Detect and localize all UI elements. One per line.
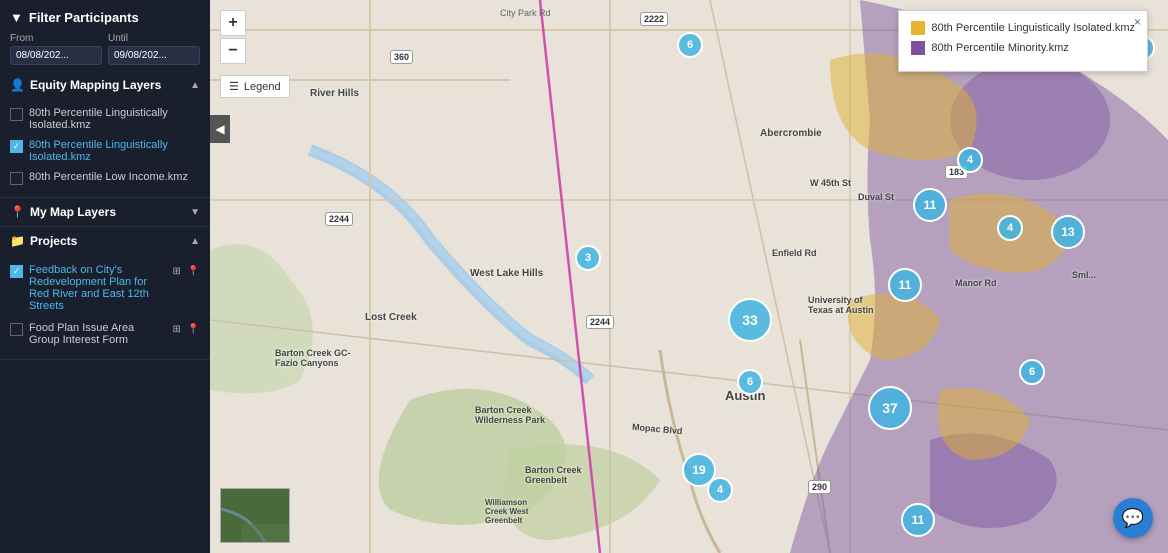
- filter-title: ▼ Filter Participants: [10, 10, 200, 25]
- layer-checkbox-2[interactable]: ✓: [10, 140, 23, 153]
- projects-header-left: 📁 Projects: [10, 234, 77, 248]
- cluster-11c[interactable]: 11: [901, 503, 935, 537]
- mini-map-thumbnail[interactable]: [220, 488, 290, 543]
- projects-section: 📁 Projects ▲ ✓ Feedback on City's Redeve…: [0, 227, 210, 360]
- mini-map-svg: [221, 489, 290, 543]
- project-item-2: Food Plan Issue Area Group Interest Form…: [10, 317, 200, 351]
- equity-mapping-header[interactable]: 👤 Equity Mapping Layers ▲: [0, 71, 210, 99]
- project-item-1: ✓ Feedback on City's Redevelopment Plan …: [10, 259, 200, 317]
- projects-chevron-up: ▲: [190, 236, 200, 247]
- layer-item-2: ✓ 80th Percentile Linguistically Isolate…: [10, 135, 200, 167]
- funnel-icon: ▼: [10, 10, 23, 25]
- layer-checkbox-1[interactable]: [10, 108, 23, 121]
- legend-swatch-1: [911, 21, 925, 35]
- layer-item-1: 80th Percentile Linguistically Isolated.…: [10, 103, 200, 135]
- zoom-out-button[interactable]: −: [220, 38, 246, 64]
- filter-header: ▼ Filter Participants From Until: [0, 0, 210, 71]
- folder-icon: 📁: [10, 234, 25, 248]
- cluster-6b[interactable]: 6: [737, 369, 763, 395]
- highway-2244b: 2244: [586, 315, 614, 329]
- grid-icon-1[interactable]: ⊞: [170, 264, 184, 278]
- date-from-input[interactable]: [10, 46, 102, 65]
- cluster-4c[interactable]: 4: [707, 477, 733, 503]
- layer-label-1: 80th Percentile Linguistically Isolated.…: [29, 107, 200, 131]
- hamburger-icon: ☰: [229, 80, 239, 93]
- cluster-3[interactable]: 3: [575, 245, 601, 271]
- highway-2244a: 2244: [325, 212, 353, 226]
- date-until-group: Until: [108, 33, 200, 65]
- sidebar: ▼ Filter Participants From Until 👤 Equit…: [0, 0, 210, 553]
- legend-close-button[interactable]: ×: [1134, 15, 1141, 29]
- equity-chevron-up: ▲: [190, 80, 200, 91]
- chat-button[interactable]: 💬: [1113, 498, 1153, 538]
- cluster-37[interactable]: 37: [868, 386, 912, 430]
- layer-label-3: 80th Percentile Low Income.kmz: [29, 171, 188, 183]
- mymap-header-left: 📍 My Map Layers: [10, 205, 116, 219]
- cluster-13[interactable]: 13: [1051, 215, 1085, 249]
- location-icon-1[interactable]: 📍: [187, 264, 201, 278]
- cluster-6c[interactable]: 6: [1019, 359, 1045, 385]
- project-label-1: Feedback on City's Redevelopment Plan fo…: [29, 264, 164, 312]
- cluster-33[interactable]: 33: [728, 298, 772, 342]
- legend-popup: × 80th Percentile Linguistically Isolate…: [898, 10, 1148, 72]
- grid-icon-2[interactable]: ⊞: [170, 322, 184, 336]
- legend-item-2: 80th Percentile Minority.kmz: [911, 41, 1135, 55]
- equity-mapping-header-left: 👤 Equity Mapping Layers: [10, 78, 161, 92]
- cluster-11b[interactable]: 11: [888, 268, 922, 302]
- person-icon: 👤: [10, 78, 25, 92]
- chat-icon: 💬: [1122, 508, 1144, 529]
- map-area[interactable]: City Park Rd Abercrombie River Hills Wes…: [210, 0, 1168, 553]
- cluster-4b[interactable]: 4: [997, 215, 1023, 241]
- project-checkbox-1[interactable]: ✓: [10, 265, 23, 278]
- project-icons-1: ⊞ 📍: [170, 264, 200, 278]
- projects-title: Projects: [30, 234, 77, 248]
- project-label-2: Food Plan Issue Area Group Interest Form: [29, 322, 164, 346]
- projects-content: ✓ Feedback on City's Redevelopment Plan …: [0, 255, 210, 359]
- pin-icon: 📍: [10, 205, 25, 219]
- legend-item-1: 80th Percentile Linguistically Isolated.…: [911, 21, 1135, 35]
- layer-item-3: 80th Percentile Low Income.kmz: [10, 167, 200, 189]
- date-from-label: From: [10, 33, 102, 44]
- equity-mapping-content: 80th Percentile Linguistically Isolated.…: [0, 99, 210, 197]
- layer-label-2: 80th Percentile Linguistically Isolated.…: [29, 139, 200, 163]
- location-icon-2[interactable]: 📍: [187, 322, 201, 336]
- date-until-input[interactable]: [108, 46, 200, 65]
- project-checkbox-2[interactable]: [10, 323, 23, 336]
- date-from-group: From: [10, 33, 102, 65]
- layer-checkbox-3[interactable]: [10, 172, 23, 185]
- mymap-section: 📍 My Map Layers ▼: [0, 198, 210, 227]
- cluster-11a[interactable]: 11: [913, 188, 947, 222]
- legend-label-2: 80th Percentile Minority.kmz: [931, 42, 1068, 54]
- zoom-in-button[interactable]: +: [220, 10, 246, 36]
- collapse-sidebar-button[interactable]: ◀: [210, 115, 230, 143]
- filter-title-text: Filter Participants: [29, 10, 139, 25]
- projects-header[interactable]: 📁 Projects ▲: [0, 227, 210, 255]
- highway-2222: 2222: [640, 12, 668, 26]
- legend-label: Legend: [244, 81, 281, 93]
- date-until-label: Until: [108, 33, 200, 44]
- equity-mapping-section: 👤 Equity Mapping Layers ▲ 80th Percentil…: [0, 71, 210, 198]
- map-controls: + −: [220, 10, 246, 64]
- mymap-title: My Map Layers: [30, 205, 116, 219]
- equity-mapping-title: Equity Mapping Layers: [30, 78, 161, 92]
- highway-290: 290: [808, 480, 831, 494]
- legend-label-1: 80th Percentile Linguistically Isolated.…: [931, 22, 1135, 34]
- highway-360: 360: [390, 50, 413, 64]
- legend-swatch-2: [911, 41, 925, 55]
- mymap-chevron: ▼: [190, 207, 200, 218]
- mymap-header[interactable]: 📍 My Map Layers ▼: [0, 198, 210, 226]
- cluster-6a[interactable]: 6: [677, 32, 703, 58]
- date-row: From Until: [10, 33, 200, 65]
- project-icons-2: ⊞ 📍: [170, 322, 200, 336]
- svg-text:City Park Rd: City Park Rd: [500, 8, 551, 18]
- cluster-4a[interactable]: 4: [957, 147, 983, 173]
- legend-button[interactable]: ☰ Legend: [220, 75, 290, 98]
